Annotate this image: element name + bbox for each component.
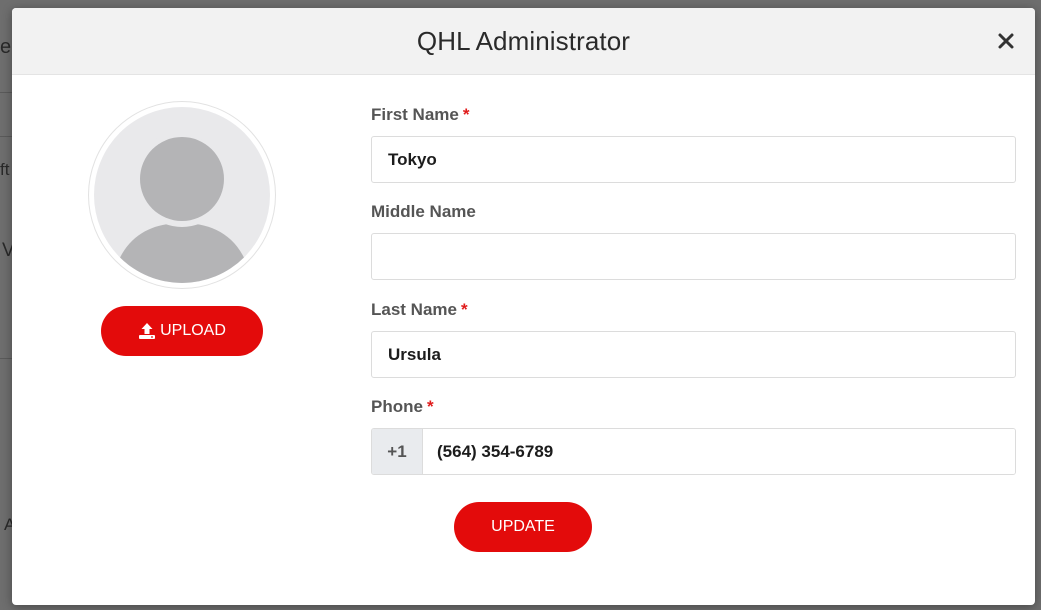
update-button[interactable]: UPDATE	[454, 502, 592, 552]
background-text-fragment: e	[0, 36, 12, 58]
required-marker: *	[426, 397, 434, 416]
first-name-field[interactable]	[371, 136, 1016, 183]
background-divider	[0, 358, 12, 359]
background-divider	[0, 136, 12, 137]
last-name-field[interactable]	[371, 331, 1016, 378]
phone-field[interactable]	[423, 429, 1015, 474]
country-code-prefix: +1	[372, 429, 423, 474]
last-name-label: Last Name *	[371, 300, 468, 319]
person-silhouette-icon	[94, 107, 270, 283]
middle-name-label: Middle Name	[371, 202, 476, 221]
upload-icon	[138, 322, 156, 340]
modal-title: QHL Administrator	[416, 26, 631, 56]
modal-header: QHL Administrator	[12, 8, 1035, 75]
required-marker: *	[462, 105, 470, 124]
phone-input-group: +1	[371, 428, 1016, 475]
first-name-label: First Name *	[371, 105, 470, 124]
required-marker: *	[460, 300, 468, 319]
avatar	[88, 101, 276, 289]
admin-profile-modal: QHL Administrator UPLOAD First Name * To…	[12, 8, 1035, 605]
background-text-fragment: ft	[0, 160, 10, 179]
close-icon[interactable]	[995, 30, 1017, 52]
background-divider	[0, 92, 12, 93]
middle-name-field[interactable]	[371, 233, 1016, 280]
upload-button[interactable]: UPLOAD	[101, 306, 263, 356]
upload-button-label: UPLOAD	[160, 322, 226, 339]
phone-label: Phone *	[371, 397, 434, 416]
